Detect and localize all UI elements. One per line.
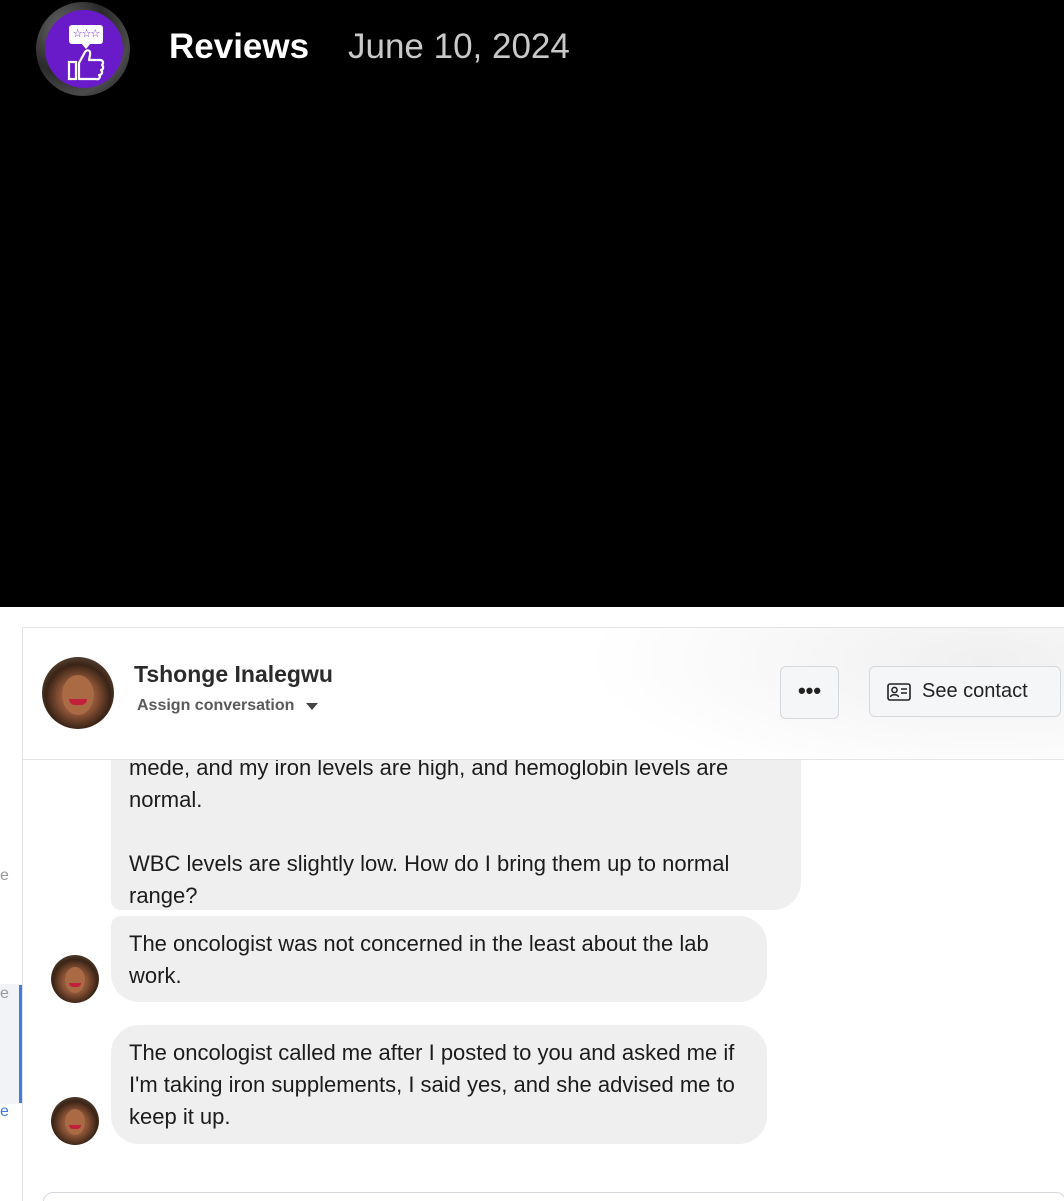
post-date: June 10, 2024 [348,27,570,66]
review-stars-icon: ☆☆☆ [69,25,103,49]
contact-name[interactable]: Tshonge Inalegwu [134,661,333,688]
see-contact-label: See contact [922,680,1028,702]
assign-conversation-dropdown[interactable]: Assign conversation [137,697,319,715]
assign-conversation-label: Assign conversation [137,697,295,714]
avatar[interactable] [51,955,99,1003]
message-thread: mede, and my iron levels are high, and h… [23,760,1064,1201]
list-item-fragment[interactable]: e [0,1103,9,1121]
see-contact-button[interactable]: See contact [869,666,1061,717]
conversation-header: Tshonge Inalegwu Assign conversation •••… [23,628,1064,788]
message-bubble: mede, and my iron levels are high, and h… [111,760,801,910]
avatar[interactable] [42,657,114,729]
contact-card-icon [887,682,911,701]
caret-down-icon [306,702,319,710]
conversation-list-edge: e e e [0,627,22,1201]
message-composer[interactable] [43,1192,1064,1201]
avatar[interactable] [51,1097,99,1145]
top-banner: ☆☆☆ Reviews June 10, 2024 [0,0,1064,607]
list-item-fragment[interactable]: e [0,867,9,885]
thumbs-up-icon [67,49,105,81]
more-options-button[interactable]: ••• [780,666,839,719]
page-title: Reviews [169,27,310,66]
message-bubble: The oncologist was not concerned in the … [111,916,767,1002]
messenger-panel: e e e Tshonge Inalegwu Assign conversati… [0,607,1064,1201]
list-item-fragment[interactable]: e [0,985,9,1003]
message-bubble: The oncologist called me after I posted … [111,1025,767,1144]
reviews-logo: ☆☆☆ [36,2,130,96]
